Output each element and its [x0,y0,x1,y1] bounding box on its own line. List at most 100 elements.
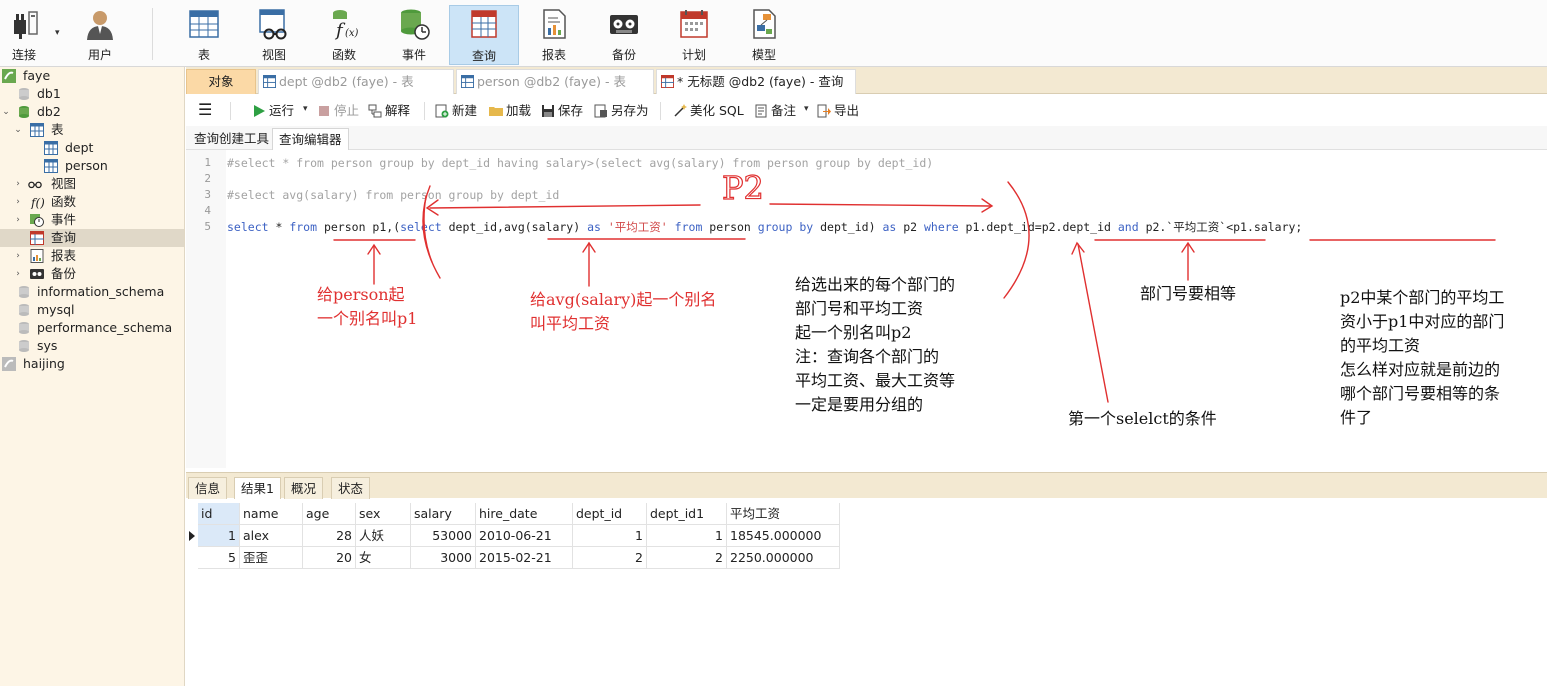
comment-button[interactable]: 备注 [754,102,796,120]
chevron-right-icon[interactable]: › [13,175,23,193]
menu-icon[interactable]: ☰ [198,102,212,118]
sql-keyword: from [289,220,318,234]
tree-database-sys[interactable]: sys [0,337,184,355]
table-row[interactable]: 5 歪歪 20 女 3000 2015-02-21 2 2 2250.00000… [186,547,840,569]
tree-group-backups[interactable]: › 备份 [0,265,184,283]
column-header-sex[interactable]: sex [356,503,411,525]
export-button[interactable]: 导出 [817,102,859,120]
tab-untitled-query[interactable]: * 无标题 @db2 (faye) - 查询 [656,69,856,94]
cell-hire-date[interactable]: 2010-06-21 [476,525,573,547]
beautify-sql-button[interactable]: 美化 SQL [673,102,744,120]
toolbar-connect-button[interactable]: 连接 [4,5,44,65]
chevron-right-icon[interactable]: › [13,211,23,229]
cell-hire-date[interactable]: 2015-02-21 [476,547,573,569]
tree-database-mysql[interactable]: mysql [0,301,184,319]
toolbar-table-button[interactable]: 表 [180,5,228,65]
line-number: 2 [204,172,211,185]
cell-id[interactable]: 5 [198,547,240,569]
cell-age[interactable]: 28 [303,525,356,547]
sql-keyword: group [757,220,793,234]
cell-dept-id[interactable]: 2 [573,547,647,569]
tab-dept-table[interactable]: dept @db2 (faye) - 表 [258,69,454,94]
tree-group-tables[interactable]: ⌄ 表 [0,121,184,139]
toolbar-view-button[interactable]: 视图 [250,5,298,65]
cell-sex[interactable]: 女 [356,547,411,569]
column-header-name[interactable]: name [240,503,303,525]
tab-info[interactable]: 信息 [188,477,228,499]
tab-person-table[interactable]: person @db2 (faye) - 表 [456,69,654,94]
chevron-right-icon[interactable]: › [13,265,23,283]
cell-avg-salary[interactable]: 2250.000000 [727,547,840,569]
cell-age[interactable]: 20 [303,547,356,569]
tab-overview[interactable]: 概况 [284,477,324,499]
query-icon [30,231,44,245]
explain-button[interactable]: 解释 [368,102,410,120]
tree-group-queries[interactable]: 查询 [0,229,184,247]
column-header-hire-date[interactable]: hire_date [476,503,573,525]
chevron-right-icon[interactable]: › [13,193,23,211]
tree-database-db2[interactable]: ⌄ db2 [0,103,184,121]
cell-avg-salary[interactable]: 18545.000000 [727,525,840,547]
save-as-icon [594,104,607,118]
column-header-dept-id[interactable]: dept_id [573,503,647,525]
tree-database-performance-schema[interactable]: performance_schema [0,319,184,337]
chevron-down-icon[interactable]: ⌄ [1,103,11,121]
toolbar-report-button[interactable]: 报表 [530,5,578,65]
run-button[interactable]: 运行 [252,102,294,120]
svg-text:f(): f() [30,196,44,209]
tab-result-1[interactable]: 结果1 [234,477,281,499]
toolbar-schedule-button[interactable]: 计划 [670,5,718,65]
toolbar-query-button[interactable]: 查询 [449,5,519,65]
tree-group-functions[interactable]: › f() 函数 [0,193,184,211]
table-row[interactable]: 1 alex 28 人妖 53000 2010-06-21 1 1 18545.… [186,525,840,547]
tree-connection-haijing[interactable]: haijing [0,355,184,373]
toolbar-user-button[interactable]: 用户 [78,5,122,65]
toolbar-event-button[interactable]: 事件 [390,5,438,65]
chevron-right-icon[interactable]: › [13,247,23,265]
connect-dropdown-icon[interactable]: ▾ [55,28,60,38]
tree-group-views[interactable]: › 视图 [0,175,184,193]
cell-id[interactable]: 1 [198,525,240,547]
tree-group-reports[interactable]: › 报表 [0,247,184,265]
column-header-id[interactable]: id [198,503,240,525]
comment-dropdown-icon[interactable]: ▾ [804,104,809,114]
view-icon [28,181,42,189]
tree-label: faye [23,68,51,83]
column-header-dept-id1[interactable]: dept_id1 [647,503,727,525]
run-dropdown-icon[interactable]: ▾ [303,104,308,114]
toolbar-function-button[interactable]: f (x) 函数 [320,5,368,65]
annotation-line: 给选出来的每个部门的 [795,275,956,294]
cell-dept-id[interactable]: 1 [573,525,647,547]
column-header-salary[interactable]: salary [411,503,476,525]
cell-dept-id1[interactable]: 1 [647,525,727,547]
save-as-button[interactable]: 另存为 [594,102,649,120]
save-label: 保存 [558,103,584,118]
new-button[interactable]: 新建 [435,102,477,120]
chevron-down-icon[interactable]: ⌄ [13,121,23,139]
column-header-avg-salary[interactable]: 平均工资 [727,503,840,525]
cell-name[interactable]: alex [240,525,303,547]
tree-connection-faye[interactable]: faye [0,67,184,85]
tree-table-dept[interactable]: dept [0,139,184,157]
tree-database-db1[interactable]: db1 [0,85,184,103]
stop-button[interactable]: 停止 [317,102,359,120]
tree-table-person[interactable]: person [0,157,184,175]
tree-label: performance_schema [37,320,173,335]
cell-salary[interactable]: 3000 [411,547,476,569]
tab-status[interactable]: 状态 [331,477,371,499]
toolbar-model-button[interactable]: 模型 [740,5,788,65]
cell-sex[interactable]: 人妖 [356,525,411,547]
cell-dept-id1[interactable]: 2 [647,547,727,569]
toolbar-backup-button[interactable]: 备份 [600,5,648,65]
tab-query-builder[interactable]: 查询创建工具 [188,128,275,150]
tab-objects[interactable]: 对象 [186,69,256,94]
toolbar-schedule-label: 计划 [681,48,706,62]
cell-name[interactable]: 歪歪 [240,547,303,569]
tab-query-editor[interactable]: 查询编辑器 [272,128,349,150]
save-button[interactable]: 保存 [541,102,583,120]
column-header-age[interactable]: age [303,503,356,525]
tree-group-events[interactable]: › 事件 [0,211,184,229]
tree-database-information-schema[interactable]: information_schema [0,283,184,301]
cell-salary[interactable]: 53000 [411,525,476,547]
load-button[interactable]: 加载 [489,102,531,120]
